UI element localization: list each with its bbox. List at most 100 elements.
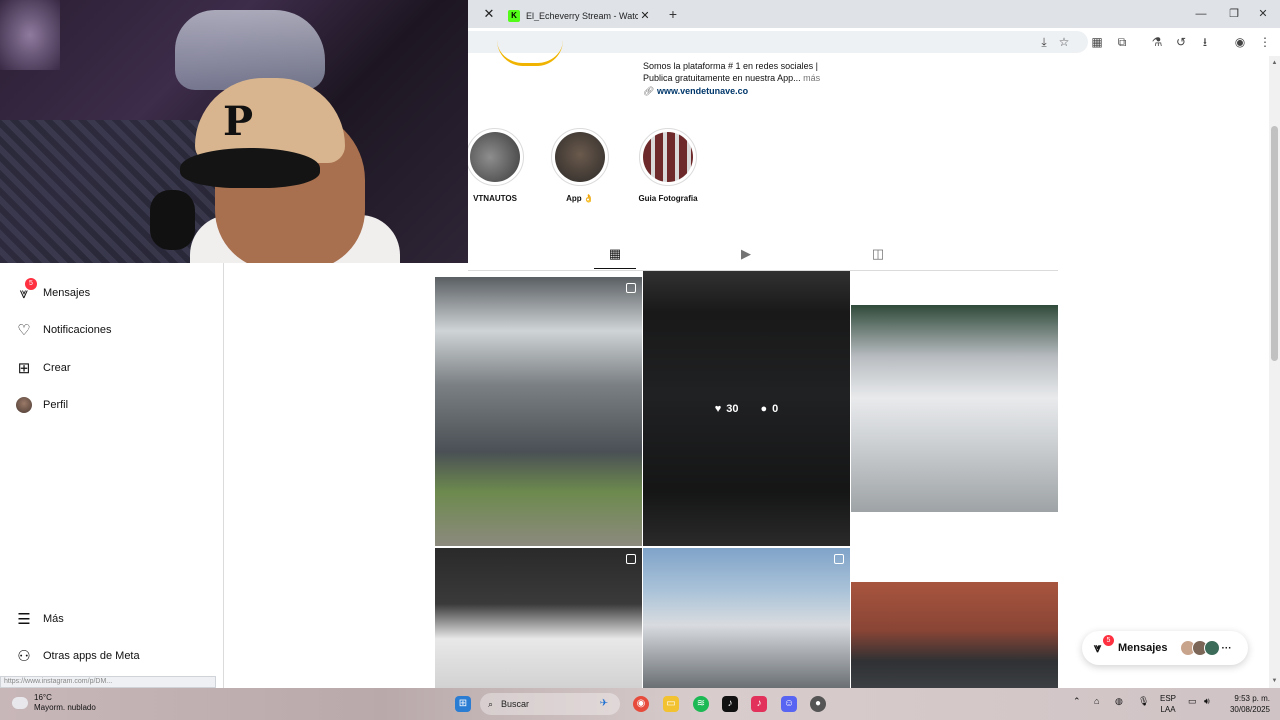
post-hover-overlay: ♥ 30 ● 0 xyxy=(643,271,850,546)
search-placeholder: Buscar xyxy=(501,699,530,709)
more-avatars-icon: ··· xyxy=(1221,642,1232,654)
scroll-down-icon[interactable]: ▼ xyxy=(1269,676,1280,687)
avatar xyxy=(16,397,32,413)
extensions-puzzle-icon[interactable]: ⧉ xyxy=(1114,34,1130,50)
lab-flask-icon[interactable]: ⚗ xyxy=(1149,34,1165,50)
weather-widget[interactable]: 16°C Mayorm. nublado xyxy=(12,693,96,713)
tab-posts-grid-icon[interactable]: ▦ xyxy=(607,246,623,262)
minimize-icon[interactable]: — xyxy=(1184,0,1218,28)
language-code: ESP xyxy=(1160,694,1177,703)
highlight-ring xyxy=(466,128,524,186)
sidebar-item-otras-apps[interactable]: ⚇ Otras apps de Meta xyxy=(15,644,140,668)
scroll-up-icon[interactable]: ▲ xyxy=(1269,58,1280,69)
keyboard-layout: LAA xyxy=(1160,705,1176,714)
profile-picture-ring[interactable] xyxy=(497,40,563,66)
messages-floating-button[interactable]: ⩔ 5 Mensajes ··· xyxy=(1082,631,1248,665)
status-url-bar: https://www.instagram.com/p/DM... xyxy=(0,676,216,688)
meta-apps-icon: ⚇ xyxy=(17,648,31,665)
display-icon[interactable]: ▭ xyxy=(1188,696,1197,707)
instagram-sidebar: ⩔ 5 Mensajes ♡ Notificaciones ⊞ Crear Per… xyxy=(0,263,224,688)
link-icon: 🔗︎ xyxy=(643,86,655,96)
browser-tab-strip: ✕ K El_Echeverry Stream - Watch Li ✕ + —… xyxy=(468,0,1280,28)
page-scrollbar[interactable]: ▲ ▼ xyxy=(1269,56,1280,688)
cap-logo-icon: P xyxy=(223,98,254,145)
website-link[interactable]: www.vendetunave.co xyxy=(657,86,748,96)
tab-close-icon[interactable]: ✕ xyxy=(638,9,652,22)
bio-more-link[interactable]: más xyxy=(803,73,820,83)
post-4runner[interactable] xyxy=(643,548,850,688)
highlight-label: App 👌 xyxy=(566,194,594,203)
file-explorer-icon[interactable]: ▭ xyxy=(663,696,679,712)
active-tab-indicator xyxy=(594,268,636,269)
new-tab-button[interactable]: + xyxy=(664,5,682,23)
highlight-image xyxy=(555,132,605,182)
hamburger-menu-icon: ☰ xyxy=(17,611,31,628)
bio-line-2: Publica gratuitamente en nuestra App... xyxy=(643,73,801,83)
highlight-image xyxy=(643,132,693,182)
highlight-label: Guia Fotografia xyxy=(638,194,698,203)
system-clock[interactable]: 9:53 p. m. 30/08/2025 xyxy=(1220,693,1270,715)
sidebar-item-label: Otras apps de Meta xyxy=(43,650,140,662)
highlight-app[interactable]: App 👌 xyxy=(551,128,609,203)
post-dark-sedan[interactable] xyxy=(851,582,1058,688)
tiktok-studio-icon[interactable]: ♪ xyxy=(751,696,767,712)
keyboard-language[interactable]: ESP LAA xyxy=(1160,693,1176,715)
cloud-icon xyxy=(12,697,28,709)
tiktok-icon[interactable]: ♪ xyxy=(722,696,738,712)
kick-favicon-icon: K xyxy=(508,9,520,22)
sidebar-item-perfil[interactable]: Perfil xyxy=(15,393,68,417)
highlight-ring xyxy=(639,128,697,186)
webcam-cap-brim xyxy=(180,148,320,188)
history-icon[interactable]: ↺ xyxy=(1173,34,1189,50)
sidebar-item-crear[interactable]: ⊞ Crear xyxy=(15,356,71,380)
profile-tabs: ▦ ▶ ◫ xyxy=(468,240,1058,271)
sidebar-item-mensajes[interactable]: ⩔ 5 Mensajes xyxy=(15,278,90,305)
highlight-vtnautos[interactable]: VTNAUTOS xyxy=(466,128,524,203)
tab-tagged-icon[interactable]: ◫ xyxy=(870,246,886,262)
windows-taskbar: 16°C Mayorm. nublado ⊞ ⌕ Buscar ✈ ◉ ▭ ≋ … xyxy=(0,688,1280,720)
discord-icon[interactable]: ☺ xyxy=(781,696,797,712)
volume-icon[interactable]: 🔊︎ xyxy=(1204,696,1210,707)
likes-count: 30 xyxy=(726,402,739,415)
spotify-icon[interactable]: ≋ xyxy=(693,696,709,712)
tray-network-icon[interactable]: ⌂ xyxy=(1094,696,1099,706)
highlight-image xyxy=(470,132,520,182)
post-white-suv[interactable] xyxy=(435,548,642,688)
highlight-guia-fotografia[interactable]: Guia Fotografia xyxy=(638,128,698,203)
post-land-cruiser[interactable] xyxy=(851,305,1058,512)
previous-tab-close-icon[interactable]: ✕ xyxy=(480,5,498,23)
weather-condition: Mayorm. nublado xyxy=(34,703,96,712)
browser-menu-icon[interactable]: ⋮ xyxy=(1257,34,1273,50)
close-window-icon[interactable]: ✕ xyxy=(1246,0,1280,28)
qr-code-icon[interactable]: ▦ xyxy=(1089,34,1105,50)
carousel-icon xyxy=(834,554,844,564)
sidebar-item-mas[interactable]: ☰ Más xyxy=(15,607,64,631)
tab-reels-icon[interactable]: ▶ xyxy=(738,246,754,262)
downloads-icon[interactable]: ⭳ xyxy=(1197,34,1213,50)
search-icon: ⌕ xyxy=(488,698,494,709)
browser-tab-kick[interactable]: K El_Echeverry Stream - Watch Li ✕ xyxy=(498,3,658,28)
tray-app-icon[interactable]: ◍ xyxy=(1115,696,1123,707)
copilot-icon[interactable]: ✈ xyxy=(596,696,612,712)
webcam-motorcycle xyxy=(175,10,325,90)
install-app-icon[interactable]: ⤓ xyxy=(1036,34,1052,50)
messages-pill-label: Mensajes xyxy=(1118,642,1168,654)
post-hovered[interactable]: ♥ 30 ● 0 xyxy=(643,271,850,546)
tray-chevron-icon[interactable]: ⌃ xyxy=(1073,696,1081,707)
bookmark-star-icon[interactable]: ☆ xyxy=(1056,34,1072,50)
chrome-icon[interactable]: ◉ xyxy=(633,696,649,712)
webcam-light xyxy=(0,0,60,70)
start-windows-icon[interactable]: ⊞ xyxy=(455,696,471,712)
webcam-overlay: P xyxy=(0,0,468,263)
post-silverado[interactable] xyxy=(435,277,642,546)
carousel-icon xyxy=(626,554,636,564)
bio-line-1: Somos la plataforma # 1 en redes sociale… xyxy=(643,61,818,71)
sidebar-item-notificaciones[interactable]: ♡ Notificaciones xyxy=(15,318,111,342)
profile-icon[interactable]: ◉ xyxy=(1232,34,1248,50)
scrollbar-thumb[interactable] xyxy=(1271,126,1278,361)
sidebar-item-label: Notificaciones xyxy=(43,324,112,336)
microphone-icon[interactable]: 🎙︎ xyxy=(1138,696,1149,707)
comment-stat: ● 0 xyxy=(761,403,779,415)
profile-avatar-icon xyxy=(15,396,33,414)
obs-icon[interactable]: ● xyxy=(810,696,826,712)
